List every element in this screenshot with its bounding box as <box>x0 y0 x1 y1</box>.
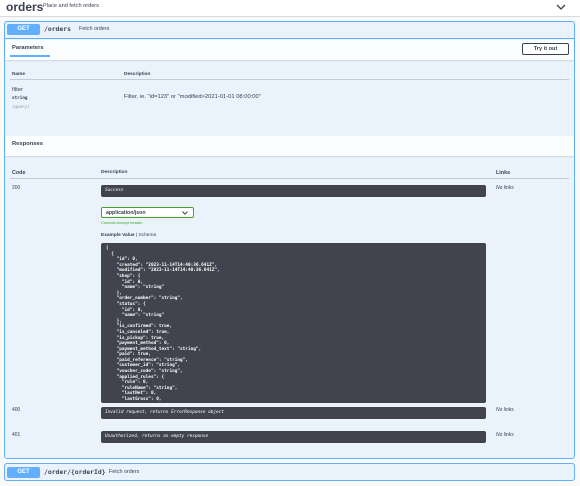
operation-get-order-by-id[interactable]: GET /order/{orderId} Fetch orders <box>4 463 575 481</box>
column-header-links: Links <box>496 170 511 176</box>
tag-header[interactable]: orders Place and fetch orders <box>0 0 580 17</box>
parameters-tab[interactable]: Parameters <box>12 45 44 51</box>
column-header-description: Description <box>101 170 128 175</box>
response-description-box: Invalid request, returns ErrorResponse o… <box>101 407 486 419</box>
tag-title: orders <box>6 0 44 14</box>
responses-header: Responses <box>5 136 574 156</box>
tag-description: Place and fetch orders <box>43 3 99 9</box>
example-json-block[interactable]: [ { "id": 0, "created": "2023-11-14T14:4… <box>101 243 486 403</box>
response-links: No links <box>496 432 514 438</box>
response-code: 200 <box>12 185 21 191</box>
chevron-down-icon <box>182 211 188 215</box>
response-description: Unauthorized, returns an empty response <box>105 434 209 439</box>
method-badge: GET <box>7 467 40 478</box>
param-description: Filter, ie. "id=123" or "modified>2021-0… <box>124 94 261 100</box>
schema-tab[interactable]: Schema <box>139 233 157 238</box>
parameters-header: Parameters Try it out <box>5 40 574 60</box>
column-header-name: Name <box>12 72 26 77</box>
response-description: Invalid request, returns ErrorResponse o… <box>105 410 224 415</box>
response-code: 400 <box>12 407 21 413</box>
operation-summary[interactable]: GET /orders Fetch orders <box>5 22 574 39</box>
column-header-code: Code <box>12 170 26 176</box>
operation-get-orders: GET /orders Fetch orders Parameters Try … <box>4 21 575 459</box>
response-description-box: Success <box>101 185 486 197</box>
param-type: string <box>12 96 28 101</box>
param-location: (query) <box>12 104 30 109</box>
response-links: No links <box>496 407 514 413</box>
column-header-description: Description <box>124 72 151 77</box>
example-value-tab[interactable]: Example Value <box>101 233 135 238</box>
response-links: No links <box>496 185 514 191</box>
responses-title: Responses <box>12 141 43 147</box>
operation-path: /orders <box>44 25 71 33</box>
tab-underline <box>10 55 50 57</box>
operation-summary-text: Fetch orders <box>109 469 140 475</box>
param-name: filter <box>12 87 23 93</box>
divider <box>10 79 569 80</box>
operation-path: /order/{orderId} <box>44 468 106 476</box>
example-tabs: Example Value | Schema <box>101 233 157 238</box>
media-type-value: application/json <box>106 210 146 216</box>
operation-summary-text: Fetch orders <box>79 26 110 32</box>
try-it-out-button[interactable]: Try it out <box>522 43 569 55</box>
example-json: [ { "id": 0, "created": "2023-11-14T14:4… <box>106 246 220 403</box>
response-description-box: Unauthorized, returns an empty response <box>101 431 486 443</box>
response-description: Success <box>105 188 124 193</box>
media-type-select[interactable]: application/json <box>101 207 194 218</box>
response-code: 401 <box>12 432 21 438</box>
method-badge: GET <box>7 24 40 35</box>
chevron-down-icon[interactable] <box>556 2 566 12</box>
accept-header-note: Controls Accept header. <box>101 220 144 225</box>
divider <box>10 178 569 179</box>
